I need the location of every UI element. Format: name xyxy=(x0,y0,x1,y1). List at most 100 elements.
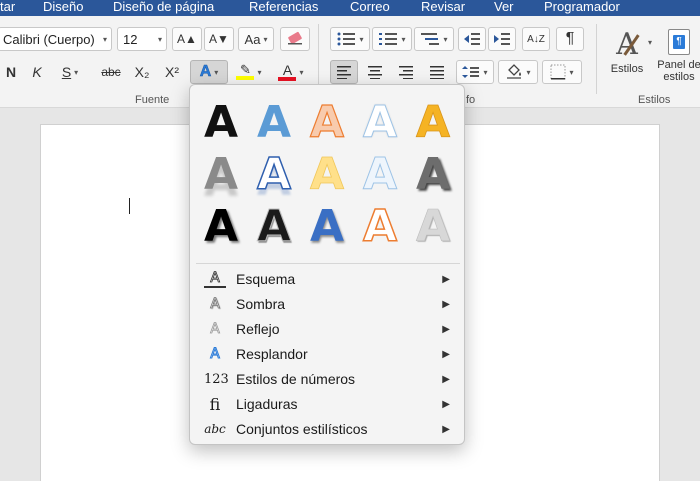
change-case-button[interactable]: Aa ▾ xyxy=(238,27,274,51)
bold-button[interactable]: N xyxy=(0,60,22,84)
effect-style-gray-reflection[interactable]: A xyxy=(198,151,244,199)
effect-style-black-fill[interactable]: A xyxy=(198,99,244,147)
menu-item-ligaduras[interactable]: fi Ligaduras ▶ xyxy=(204,393,456,415)
chevron-down-icon: ▾ xyxy=(102,34,107,44)
font-color-icon: A xyxy=(278,61,297,81)
chevron-down-icon[interactable]: ▾ xyxy=(648,38,652,47)
menu-item-label: Sombra xyxy=(236,296,286,312)
styles-pane-icon: ¶ xyxy=(668,29,690,55)
outline-icon: A xyxy=(204,270,226,288)
line-spacing-button[interactable]: ▾ xyxy=(456,60,494,84)
numbering-button[interactable]: ▾ xyxy=(372,27,412,51)
bold-label: N xyxy=(5,64,17,80)
shading-button[interactable]: ▾ xyxy=(498,60,538,84)
align-right-icon xyxy=(399,66,413,79)
chevron-right-icon: ▶ xyxy=(442,273,450,285)
tab-correo[interactable]: Correo xyxy=(350,0,390,14)
strikethrough-button[interactable]: abc xyxy=(98,60,124,84)
sort-button[interactable]: A↓Z xyxy=(522,27,550,51)
underline-button[interactable]: S ▾ xyxy=(53,60,87,84)
text-effects-button[interactable]: A ▾ xyxy=(190,60,228,84)
italic-label: K xyxy=(32,64,42,80)
outdent-icon xyxy=(464,33,480,45)
effect-style-silver-fill[interactable]: A xyxy=(410,202,456,251)
menu-item-reflejo[interactable]: A Reflejo ▶ xyxy=(204,318,456,340)
number-styles-icon: 123 xyxy=(204,371,229,387)
font-color-glyph: A xyxy=(282,61,293,78)
highlight-swatch xyxy=(236,76,255,80)
menu-item-conjuntos-estilisticos[interactable]: abc Conjuntos estilísticos ▶ xyxy=(204,418,456,440)
justify-button[interactable] xyxy=(423,60,451,84)
font-name-value: Calibri (Cuerpo) xyxy=(3,31,95,47)
effect-style-dark-gray-shadow[interactable]: A xyxy=(410,151,456,199)
decrease-indent-button[interactable] xyxy=(458,27,486,51)
effect-style-black-bevel[interactable]: A xyxy=(251,202,297,251)
effect-style-blue-shadow[interactable]: A xyxy=(304,203,350,251)
menu-item-estilos-de-numeros[interactable]: 123 Estilos de números ▶ xyxy=(204,368,456,390)
styles-pane-button[interactable]: ¶ Panel de estilos xyxy=(656,24,700,88)
align-left-icon xyxy=(337,66,351,79)
chevron-down-icon: ▾ xyxy=(443,34,448,44)
align-center-button[interactable] xyxy=(361,60,389,84)
font-color-button[interactable]: A ▾ xyxy=(272,60,310,84)
effect-style-light-blue-outline[interactable]: A xyxy=(357,150,403,199)
tab-referencias[interactable]: Referencias xyxy=(249,0,318,14)
borders-button[interactable]: ▾ xyxy=(542,60,582,84)
font-group-label: Fuente xyxy=(135,94,170,106)
tab-diseno[interactable]: Diseño xyxy=(43,0,83,14)
multilevel-list-icon xyxy=(421,33,440,45)
styles-pane-label-line1: Panel de xyxy=(657,59,700,71)
menu-item-resplandor[interactable]: A Resplandor ▶ xyxy=(204,343,456,365)
tab-diseno-de-pagina[interactable]: Diseño de página xyxy=(113,0,214,14)
clear-formatting-button[interactable] xyxy=(280,27,310,51)
change-case-icon: Aa xyxy=(244,31,261,47)
highlight-color-button[interactable]: ✎ ▾ xyxy=(230,60,268,84)
numbered-list-icon xyxy=(379,33,398,45)
styles-label: Estilos xyxy=(610,63,644,75)
subscript-label: X₂ xyxy=(134,64,150,80)
tab-insertar[interactable]: tar xyxy=(0,0,15,14)
bullets-button[interactable]: ▾ xyxy=(330,27,370,51)
menu-item-esquema[interactable]: A Esquema ▶ xyxy=(204,268,456,290)
borders-icon xyxy=(550,64,566,80)
tab-ver[interactable]: Ver xyxy=(494,0,514,14)
effect-style-yellow-fill[interactable]: A xyxy=(304,150,350,199)
menu-divider xyxy=(196,263,460,264)
effect-style-white-outline[interactable]: A xyxy=(357,98,403,147)
effect-style-gold-fill[interactable]: A xyxy=(410,98,456,147)
subscript-button[interactable]: X₂ xyxy=(129,60,155,84)
indent-icon xyxy=(494,33,510,45)
font-size-select[interactable]: 12 ▾ xyxy=(117,27,167,51)
effect-style-black-shadow[interactable]: A xyxy=(198,203,244,251)
ribbon-tab-bar: tar Diseño Diseño de página Referencias … xyxy=(0,0,700,16)
shrink-font-button[interactable]: A▼ xyxy=(204,27,234,51)
align-left-button[interactable] xyxy=(330,60,358,84)
tab-programador[interactable]: Programador xyxy=(544,0,620,14)
italic-button[interactable]: K xyxy=(26,60,48,84)
effect-style-orange-outline[interactable]: A xyxy=(304,98,350,147)
menu-item-label: Resplandor xyxy=(236,346,308,362)
multilevel-list-button[interactable]: ▾ xyxy=(414,27,454,51)
show-marks-button[interactable]: ¶ xyxy=(556,27,584,51)
shrink-font-icon: A▼ xyxy=(209,32,229,46)
increase-indent-button[interactable] xyxy=(488,27,516,51)
underline-label: S xyxy=(61,64,72,80)
effect-style-blue-outline-reflection[interactable]: A xyxy=(251,150,297,200)
shadow-icon: A xyxy=(210,296,220,313)
paragraph-group-label: fo xyxy=(466,94,476,106)
chevron-down-icon: ▾ xyxy=(299,67,304,77)
effect-style-orange-outline-white[interactable]: A xyxy=(357,202,403,252)
brush-handle xyxy=(623,34,640,56)
align-right-button[interactable] xyxy=(392,60,420,84)
styles-gallery-button[interactable]: A Estilos xyxy=(604,24,650,80)
grow-font-button[interactable]: A▲ xyxy=(172,27,202,51)
font-name-select[interactable]: Calibri (Cuerpo) ▾ xyxy=(0,27,112,51)
styles-icon: A xyxy=(616,27,640,62)
chevron-down-icon: ▾ xyxy=(157,34,162,44)
chevron-right-icon: ▶ xyxy=(442,373,450,385)
tab-revisar[interactable]: Revisar xyxy=(421,0,465,14)
reflection-icon: A xyxy=(210,321,220,338)
superscript-button[interactable]: X² xyxy=(159,60,185,84)
menu-item-sombra[interactable]: A Sombra ▶ xyxy=(204,293,456,315)
effect-style-blue-fill[interactable]: A xyxy=(251,99,297,147)
